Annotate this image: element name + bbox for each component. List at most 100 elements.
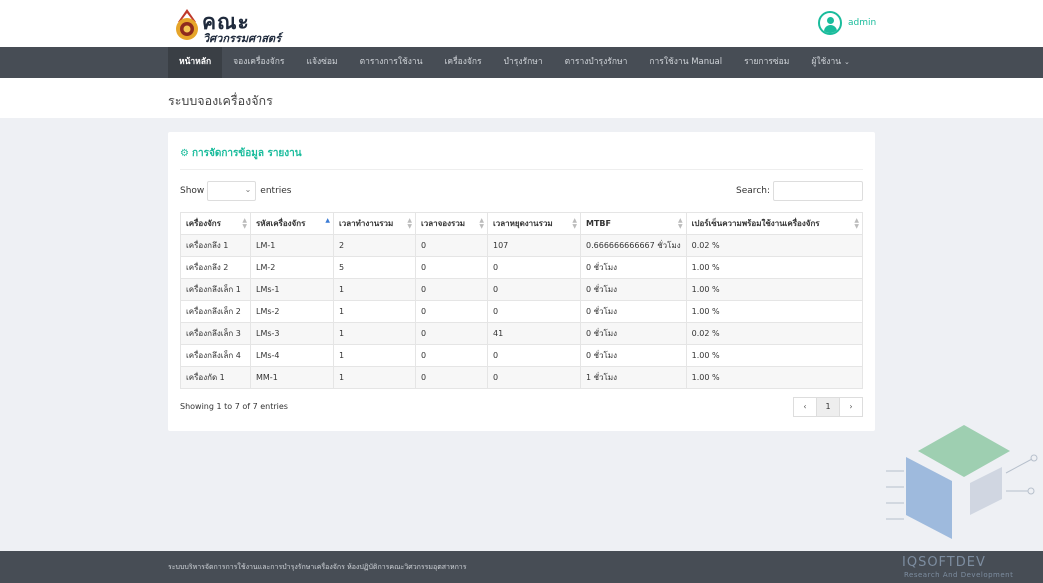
- pagination-prev-button[interactable]: ‹: [793, 397, 817, 417]
- column-header-availability[interactable]: เปอร์เซ็นความพร้อมใช้งานเครื่องจักร ▲ ▼: [685, 212, 864, 235]
- cell-work-time: 1: [333, 322, 416, 345]
- cell-downtime: 107: [487, 234, 581, 257]
- cell-machine: เครื่องกลึงเล็ก 3: [180, 322, 251, 345]
- cell-mtbf: 1 ชั่วโมง: [580, 366, 687, 389]
- cell-mtbf: 0 ชั่วโมง: [580, 300, 687, 323]
- chevron-down-icon: ⌄: [844, 58, 850, 66]
- faculty-logo[interactable]: คณะ วิศวกรรมศาสตร์: [172, 6, 302, 45]
- nav-item-repair-list[interactable]: รายการซ่อม: [733, 47, 800, 78]
- column-header-label: เปอร์เซ็นความพร้อมใช้งานเครื่องจักร: [691, 219, 820, 228]
- table-row: เครื่องกลึงเล็ก 2 LMs-2 1 0 0 0 ชั่วโมง …: [180, 300, 864, 323]
- nav-item-users-label: ผู้ใช้งาน: [811, 57, 842, 67]
- entries-select[interactable]: ⌄: [207, 181, 257, 201]
- card-divider: [180, 169, 863, 170]
- table-row: เครื่องกลึงเล็ก 4 LMs-4 1 0 0 0 ชั่วโมง …: [180, 344, 864, 367]
- cell-downtime: 0: [487, 278, 581, 301]
- cell-machine-code: LMs-2: [250, 300, 334, 323]
- cell-booking-time: 0: [415, 278, 488, 301]
- report-card: ⚙ การจัดการข้อมูล รายงาน Show ⌄ entries S…: [168, 132, 875, 431]
- cell-machine-code: LMs-3: [250, 322, 334, 345]
- logo-subtitle: วิศวกรรมศาสตร์: [203, 32, 281, 45]
- nav-item-maintenance-schedule[interactable]: ตารางบำรุงรักษา: [554, 47, 639, 78]
- cell-work-time: 1: [333, 278, 416, 301]
- cell-availability: 1.00 %: [685, 256, 864, 279]
- show-label: Show: [180, 186, 205, 196]
- nav-item-machines[interactable]: เครื่องจักร: [434, 47, 493, 78]
- cell-mtbf: 0 ชั่วโมง: [580, 278, 687, 301]
- cell-booking-time: 0: [415, 256, 488, 279]
- cell-machine: เครื่องกัด 1: [180, 366, 251, 389]
- nav-item-book-machine[interactable]: จองเครื่องจักร: [222, 47, 295, 78]
- cell-availability: 0.02 %: [685, 234, 864, 257]
- user-menu[interactable]: admin: [818, 11, 876, 35]
- column-header-label: เวลาจองรวม: [421, 219, 466, 228]
- column-header-booking-time[interactable]: เวลาจองรวม ▲ ▼: [415, 212, 488, 235]
- nav-item-usage-schedule[interactable]: ตารางการใช้งาน: [349, 47, 434, 78]
- cell-availability: 1.00 %: [685, 300, 864, 323]
- nav-menu: หน้าหลัก จองเครื่องจักร แจ้งซ่อม ตารางกา…: [168, 47, 861, 78]
- column-header-work-time[interactable]: เวลาทำงานรวม ▲ ▼: [333, 212, 416, 235]
- cell-work-time: 1: [333, 366, 416, 389]
- cell-machine: เครื่องกลึงเล็ก 1: [180, 278, 251, 301]
- sort-icon: ▲ ▼: [854, 217, 859, 230]
- cell-downtime: 0: [487, 366, 581, 389]
- table-row: เครื่องกลึง 1 LM-1 2 0 107 0.66666666666…: [180, 234, 864, 257]
- cell-downtime: 41: [487, 322, 581, 345]
- nav-item-manual[interactable]: การใช้งาน Manual: [638, 47, 733, 78]
- main-navbar: หน้าหลัก จองเครื่องจักร แจ้งซ่อม ตารางกา…: [0, 47, 1043, 78]
- column-header-mtbf[interactable]: MTBF ▲ ▼: [580, 212, 687, 235]
- cell-machine-code: LMs-1: [250, 278, 334, 301]
- top-header: คณะ วิศวกรรมศาสตร์ admin: [0, 0, 1043, 47]
- cell-machine-code: LM-2: [250, 256, 334, 279]
- pagination: ‹ 1 ›: [793, 397, 863, 417]
- report-table: เครื่องจักร ▲ ▼ รหัสเครื่องจักร ▲ เวลาทำงาน…: [180, 212, 864, 389]
- cell-booking-time: 0: [415, 322, 488, 345]
- company-watermark: IQSOFTDEV Research And Development: [882, 421, 1043, 583]
- nav-item-maintenance[interactable]: บำรุงรักษา: [493, 47, 554, 78]
- cell-booking-time: 0: [415, 234, 488, 257]
- table-row: เครื่องกลึงเล็ก 1 LMs-1 1 0 0 0 ชั่วโมง …: [180, 278, 864, 301]
- cell-downtime: 0: [487, 256, 581, 279]
- cell-availability: 1.00 %: [685, 366, 864, 389]
- card-title: ⚙ การจัดการข้อมูล รายงาน: [180, 146, 302, 161]
- column-header-machine-code[interactable]: รหัสเครื่องจักร ▲: [250, 212, 334, 235]
- table-search: Search:: [736, 181, 863, 201]
- watermark-subtext: Research And Development: [904, 571, 1014, 579]
- search-input[interactable]: [773, 181, 863, 201]
- nav-item-home[interactable]: หน้าหลัก: [168, 47, 223, 78]
- faculty-emblem-icon: [176, 9, 198, 40]
- nav-item-users[interactable]: ผู้ใช้งาน ⌄: [800, 47, 861, 78]
- page-header: ระบบจองเครื่องจักร: [0, 78, 1043, 118]
- cell-mtbf: 0.666666666667 ชั่วโมง: [580, 234, 687, 257]
- nav-item-report-repair[interactable]: แจ้งซ่อม: [296, 47, 349, 78]
- cell-machine: เครื่องกลึงเล็ก 2: [180, 300, 251, 323]
- sort-icon: ▲ ▼: [479, 217, 484, 230]
- sort-icon: ▲ ▼: [242, 217, 247, 230]
- cell-downtime: 0: [487, 344, 581, 367]
- cell-availability: 1.00 %: [685, 344, 864, 367]
- sort-icon: ▲ ▼: [572, 217, 577, 230]
- cell-work-time: 2: [333, 234, 416, 257]
- cell-machine: เครื่องกลึง 1: [180, 234, 251, 257]
- pagination-page-button[interactable]: 1: [816, 397, 840, 417]
- search-label: Search:: [736, 186, 770, 196]
- cell-availability: 1.00 %: [685, 278, 864, 301]
- column-header-label: เวลาทำงานรวม: [339, 219, 394, 228]
- cell-work-time: 5: [333, 256, 416, 279]
- cell-work-time: 1: [333, 300, 416, 323]
- column-header-label: เวลาหยุดงานรวม: [493, 219, 553, 228]
- cell-mtbf: 0 ชั่วโมง: [580, 322, 687, 345]
- pagination-next-button[interactable]: ›: [839, 397, 863, 417]
- column-header-label: รหัสเครื่องจักร: [256, 219, 306, 228]
- column-header-downtime[interactable]: เวลาหยุดงานรวม ▲ ▼: [487, 212, 581, 235]
- column-header-machine[interactable]: เครื่องจักร ▲ ▼: [180, 212, 251, 235]
- cell-booking-time: 0: [415, 300, 488, 323]
- cell-booking-time: 0: [415, 366, 488, 389]
- table-row: เครื่องกลึงเล็ก 3 LMs-3 1 0 41 0 ชั่วโมง…: [180, 322, 864, 345]
- cell-machine: เครื่องกลึงเล็ก 4: [180, 344, 251, 367]
- cell-mtbf: 0 ชั่วโมง: [580, 344, 687, 367]
- cell-availability: 0.02 %: [685, 322, 864, 345]
- column-header-label: เครื่องจักร: [186, 219, 221, 228]
- table-row: เครื่องกัด 1 MM-1 1 0 0 1 ชั่วโมง 1.00 %: [180, 366, 864, 389]
- entries-length-control: Show ⌄ entries: [180, 181, 292, 201]
